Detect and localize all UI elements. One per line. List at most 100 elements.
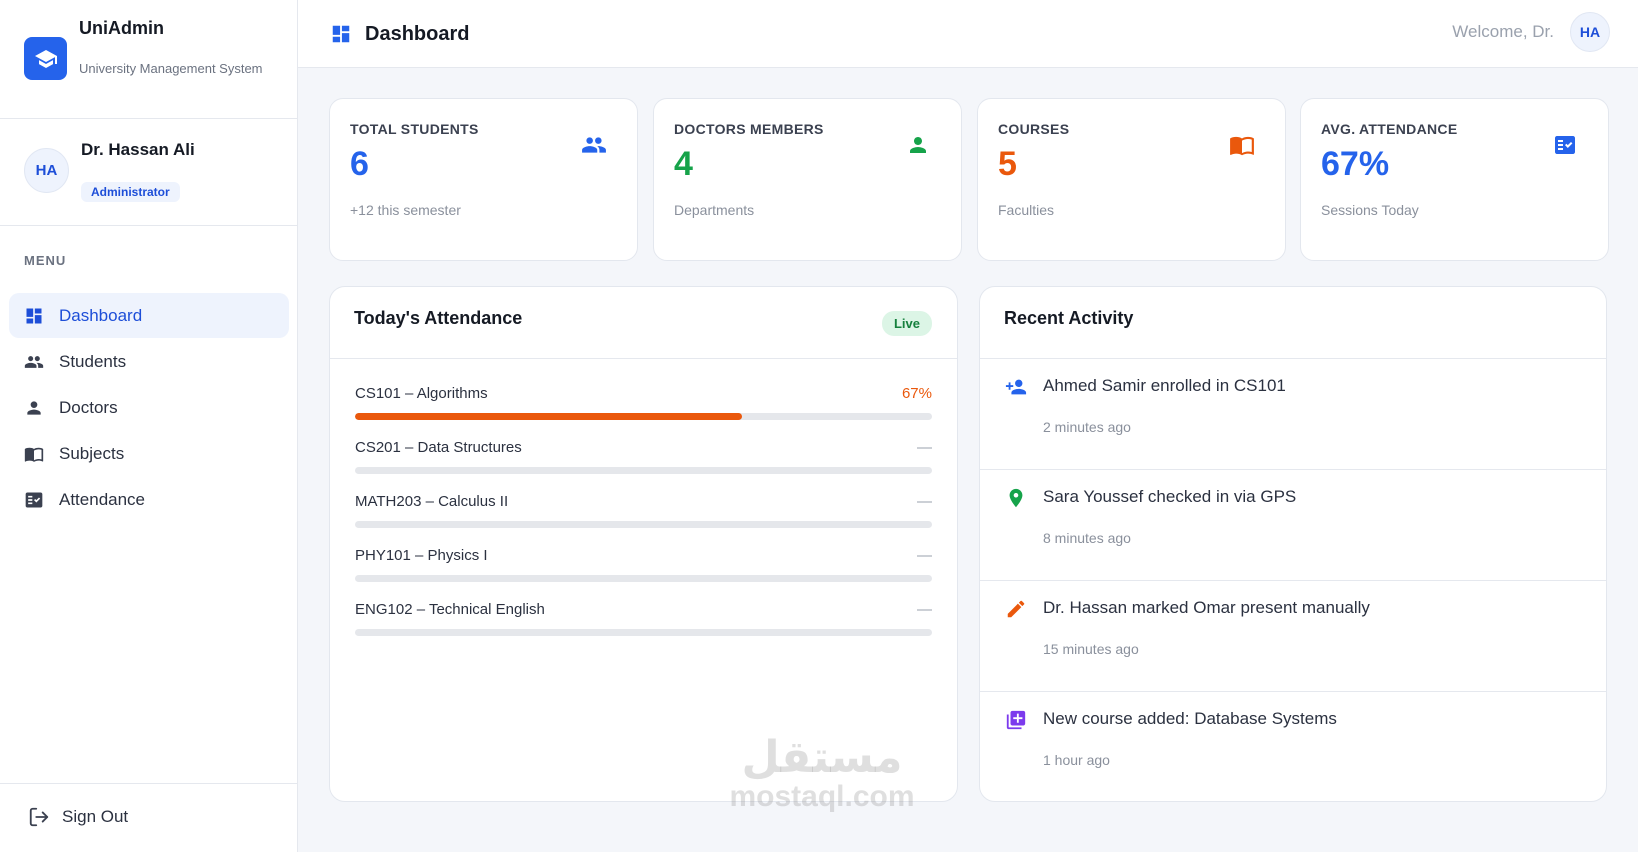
activity-time: 2 minutes ago (1043, 419, 1131, 435)
person-icon (24, 398, 44, 418)
course-name: ENG102 – Technical English (355, 601, 545, 618)
activity-text: Sara Youssef checked in via GPS (1043, 487, 1297, 506)
activity-time: 8 minutes ago (1043, 530, 1131, 546)
attendance-row: CS201 – Data Structures — (355, 439, 932, 493)
attendance-percent: — (917, 601, 932, 618)
stat-subtext: Departments (674, 202, 755, 218)
stat-card-students: TOTAL STUDENTS 6 +12 this semester (329, 98, 638, 261)
brand-name: UniAdmin (79, 18, 164, 38)
activity-time: 1 hour ago (1043, 752, 1110, 768)
stat-card-doctors: DOCTORS MEMBERS 4 Departments (653, 98, 962, 261)
sidebar-item-label: Doctors (59, 397, 118, 417)
stat-card-attendance: AVG. ATTENDANCE 67% Sessions Today (1300, 98, 1609, 261)
activity-item: Dr. Hassan marked Omar present manually … (980, 581, 1606, 692)
graduation-cap-icon (24, 37, 67, 80)
activity-text: Dr. Hassan marked Omar present manually (1043, 598, 1370, 617)
sign-out-button[interactable]: Sign Out (28, 806, 128, 828)
sidebar: UniAdmin University Management System HA… (0, 0, 298, 852)
sidebar-item-label: Students (59, 351, 127, 371)
sidebar-item-students[interactable]: Students (9, 339, 289, 384)
brand-header: UniAdmin University Management System (0, 0, 297, 119)
attendance-percent: — (917, 439, 932, 456)
stat-subtext: Faculties (998, 202, 1055, 218)
watermark: مستقل mostaql.com (717, 735, 927, 813)
attendance-percent: — (917, 493, 932, 510)
sidebar-item-label: Attendance (59, 489, 146, 509)
stat-label: DOCTORS MEMBERS (674, 121, 824, 137)
pencil-icon (1005, 598, 1027, 620)
attendance-panel-title: Today's Attendance (354, 308, 523, 328)
course-name: CS101 – Algorithms (355, 385, 488, 402)
library-add-icon (1005, 709, 1027, 731)
activity-panel-title: Recent Activity (1004, 308, 1134, 328)
sidebar-item-subjects[interactable]: Subjects (9, 431, 289, 476)
dashboard-icon (24, 306, 44, 326)
profile-name: Dr. Hassan Ali (81, 140, 195, 159)
menu-label: MENU (24, 253, 67, 268)
user-avatar[interactable]: HA (1570, 12, 1610, 52)
progress-fill (355, 413, 742, 420)
fact-check-icon (24, 490, 44, 510)
welcome-text: Welcome, Dr. (1452, 22, 1554, 41)
watermark-latin: mostaql.com (729, 780, 915, 813)
stat-value: 4 (674, 145, 693, 183)
attendance-row: MATH203 – Calculus II — (355, 493, 932, 547)
stat-label: AVG. ATTENDANCE (1321, 121, 1458, 137)
activity-time: 15 minutes ago (1043, 641, 1139, 657)
avatar: HA (24, 148, 69, 193)
course-name: MATH203 – Calculus II (355, 493, 509, 510)
sidebar-item-label: Subjects (59, 443, 125, 463)
stat-card-courses: COURSES 5 Faculties (977, 98, 1286, 261)
attendance-list: CS101 – Algorithms 67% CS201 – Data Stru… (330, 359, 957, 655)
sign-out-label: Sign Out (62, 807, 129, 826)
progress-bar (355, 467, 932, 474)
sidebar-item-dashboard[interactable]: Dashboard (9, 293, 289, 338)
stat-label: TOTAL STUDENTS (350, 121, 479, 137)
stat-label: COURSES (998, 121, 1070, 137)
sidebar-nav: Dashboard Students Doctors Subjects Atte… (9, 293, 289, 523)
dashboard-icon (330, 23, 352, 51)
attendance-row: CS101 – Algorithms 67% (355, 385, 932, 439)
activity-item: Sara Youssef checked in via GPS 8 minute… (980, 470, 1606, 581)
watermark-arabic: مستقل (741, 733, 903, 782)
fact-check-icon (1552, 132, 1578, 158)
stat-value: 67% (1321, 145, 1390, 183)
progress-bar (355, 413, 932, 420)
course-name: PHY101 – Physics I (355, 547, 488, 564)
group-icon (581, 132, 607, 158)
sidebar-item-doctors[interactable]: Doctors (9, 385, 289, 430)
attendance-row: PHY101 – Physics I — (355, 547, 932, 601)
top-bar: Dashboard Welcome, Dr. HA (298, 0, 1638, 68)
attendance-panel: Today's Attendance Live CS101 – Algorith… (329, 286, 958, 802)
user-profile: HA Dr. Hassan Ali Administrator (0, 119, 297, 226)
activity-text: Ahmed Samir enrolled in CS101 (1043, 376, 1286, 395)
page-title: Dashboard (330, 17, 469, 51)
stat-value: 6 (350, 145, 369, 183)
progress-bar (355, 521, 932, 528)
stat-subtext: Sessions Today (1321, 202, 1419, 218)
brand-subtitle: University Management System (79, 61, 263, 76)
book-icon (24, 444, 44, 464)
book-icon (1229, 132, 1255, 158)
activity-item: New course added: Database Systems 1 hou… (980, 692, 1606, 801)
stat-subtext: +12 this semester (350, 202, 461, 218)
person-add-icon (1005, 376, 1027, 398)
activity-text: New course added: Database Systems (1043, 709, 1337, 728)
activity-item: Ahmed Samir enrolled in CS101 2 minutes … (980, 359, 1606, 470)
sidebar-item-attendance[interactable]: Attendance (9, 477, 289, 522)
progress-bar (355, 629, 932, 636)
attendance-percent: 67% (901, 385, 932, 402)
attendance-percent: — (917, 547, 932, 564)
sidebar-item-label: Dashboard (59, 305, 143, 325)
page-title-text: Dashboard (365, 22, 470, 45)
attendance-panel-header: Today's Attendance Live (330, 287, 957, 359)
sidebar-footer: Sign Out (0, 783, 298, 852)
activity-panel-header: Recent Activity (980, 287, 1606, 359)
course-name: CS201 – Data Structures (355, 439, 522, 456)
progress-bar (355, 575, 932, 582)
activity-panel: Recent Activity Ahmed Samir enrolled in … (979, 286, 1607, 802)
logout-icon (28, 806, 50, 828)
location-pin-icon (1005, 487, 1027, 509)
live-badge: Live (881, 311, 932, 336)
group-icon (24, 352, 44, 372)
